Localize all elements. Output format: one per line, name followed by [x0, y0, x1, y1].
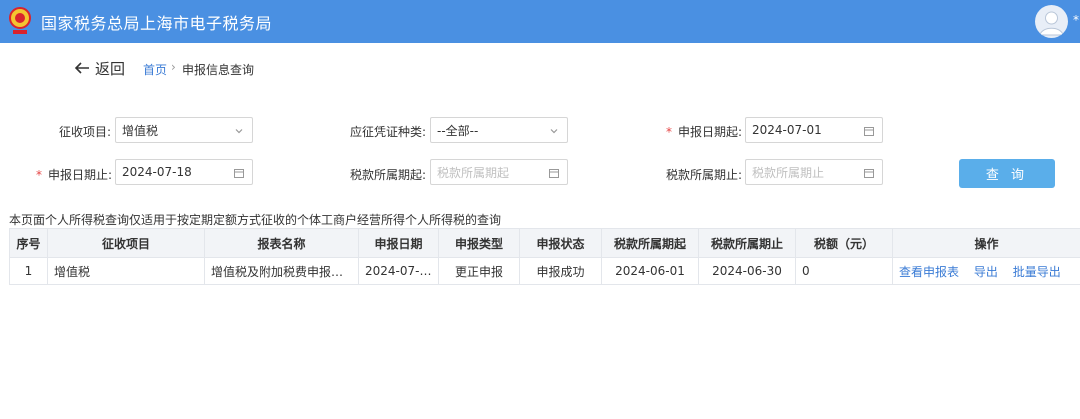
column-header: 征收项目	[47, 228, 205, 258]
voucher-type-select[interactable]: --全部--	[430, 117, 568, 143]
breadcrumb-current: 申报信息查询	[182, 63, 255, 77]
declare-date-start-input[interactable]: 2024-07-01	[745, 117, 883, 143]
collection-item-select[interactable]: 增值税	[115, 117, 253, 143]
tax-period-start-placeholder: 税款所属期起	[437, 165, 510, 180]
cell-actions: 查看申报表 导出 批量导出	[892, 257, 1080, 285]
cell-collection-item: 增值税	[47, 257, 205, 285]
chevron-down-icon	[235, 129, 243, 134]
required-mark: *	[36, 168, 42, 182]
required-mark: *	[666, 125, 672, 139]
table-header-row: 序号 征收项目 报表名称 申报日期 申报类型 申报状态 税款所属期起 税款所属期…	[9, 228, 1080, 258]
column-header: 操作	[892, 228, 1080, 258]
column-header: 税额（元）	[795, 228, 893, 258]
back-button[interactable]: 返回	[73, 58, 125, 78]
collection-item-value: 增值税	[122, 123, 159, 138]
breadcrumb-separator: ›	[171, 60, 176, 74]
app-title: 国家税务总局上海市电子税务局	[41, 14, 273, 33]
declare-date-end-value: 2024-07-18	[122, 165, 192, 179]
query-button[interactable]: 查 询	[959, 159, 1055, 188]
user-avatar-icon[interactable]	[1035, 5, 1068, 38]
tax-period-end-label: 税款所属期止:	[666, 168, 743, 182]
cell-index: 1	[9, 257, 48, 285]
top-header: 国家税务总局上海市电子税务局 *	[0, 0, 1080, 43]
cell-period-end: 2024-06-30	[698, 257, 796, 285]
header-mark: *	[1073, 13, 1079, 27]
tax-period-start-input[interactable]: 税款所属期起	[430, 159, 568, 185]
column-header: 报表名称	[204, 228, 359, 258]
breadcrumb-home[interactable]: 首页	[143, 61, 167, 78]
results-table: 序号 征收项目 报表名称 申报日期 申报类型 申报状态 税款所属期起 税款所属期…	[9, 228, 1080, 285]
cell-report-name: 增值税及附加税费申报表（小规模纳税人适用）	[204, 257, 359, 285]
calendar-icon	[864, 127, 874, 136]
voucher-type-value: --全部--	[437, 123, 479, 138]
column-header: 序号	[9, 228, 48, 258]
chevron-down-icon	[550, 129, 558, 134]
arrow-left-icon	[74, 62, 89, 74]
declare-date-start-value: 2024-07-01	[752, 123, 822, 137]
tax-period-start-label: 税款所属期起:	[350, 168, 427, 182]
tax-emblem-icon	[9, 7, 31, 34]
column-header: 税款所属期止	[698, 228, 796, 258]
export-link[interactable]: 导出	[974, 265, 998, 279]
notice-text: 本页面个人所得税查询仅适用于按定期定额方式征收的个体工商户经营所得个人所得税的查…	[9, 213, 502, 227]
calendar-icon	[549, 169, 559, 178]
cell-tax-amount: 0	[795, 257, 893, 285]
declare-date-end-input[interactable]: 2024-07-18	[115, 159, 253, 185]
declare-date-start-label: * 申报日期起:	[666, 125, 743, 139]
cell-declare-status: 申报成功	[519, 257, 602, 285]
column-header: 申报状态	[519, 228, 602, 258]
tax-period-end-placeholder: 税款所属期止	[752, 165, 825, 180]
back-label: 返回	[95, 59, 126, 78]
table-row: 1 增值税 增值税及附加税费申报表（小规模纳税人适用） 2024-07-07 更…	[9, 257, 1080, 285]
voucher-type-label: 应征凭证种类:	[350, 125, 427, 139]
cell-declare-date: 2024-07-07	[358, 257, 439, 285]
tax-period-end-input[interactable]: 税款所属期止	[745, 159, 883, 185]
column-header: 申报日期	[358, 228, 439, 258]
calendar-icon	[864, 169, 874, 178]
collection-item-label: 征收项目:	[59, 125, 112, 139]
declare-date-end-label: * 申报日期止:	[36, 168, 113, 182]
batch-export-link[interactable]: 批量导出	[1013, 265, 1061, 279]
cell-period-start: 2024-06-01	[601, 257, 699, 285]
cell-declare-type: 更正申报	[438, 257, 520, 285]
view-report-link[interactable]: 查看申报表	[899, 265, 959, 279]
calendar-icon	[234, 169, 244, 178]
column-header: 税款所属期起	[601, 228, 699, 258]
column-header: 申报类型	[438, 228, 520, 258]
